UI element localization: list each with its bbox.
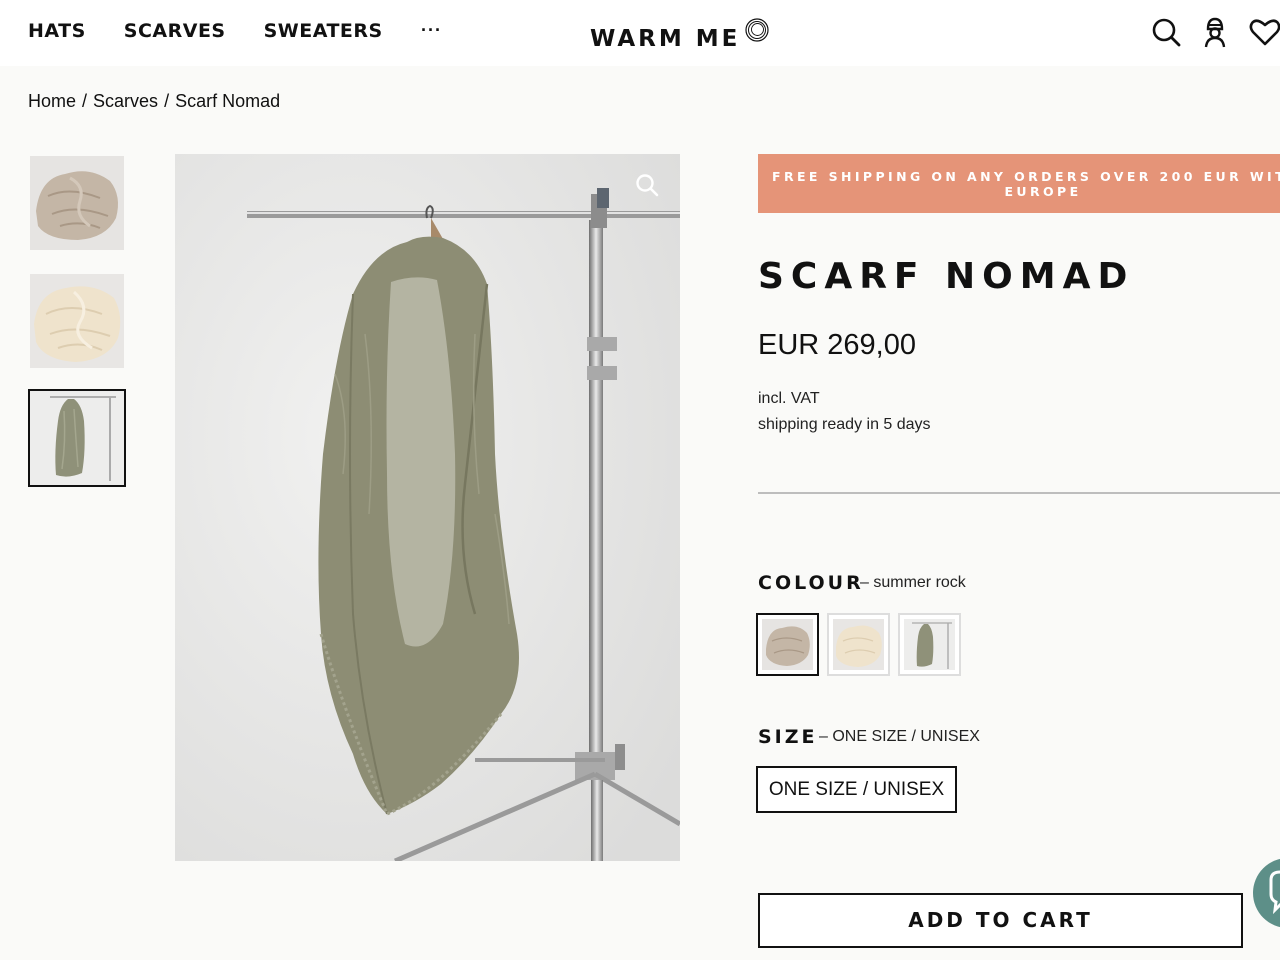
colour-swatch-cream[interactable] [827,613,890,676]
zoom-icon[interactable] [634,172,660,198]
breadcrumb-separator: / [164,91,170,111]
vat-note: incl. VAT [758,390,820,407]
wishlist-heart-icon[interactable] [1249,16,1280,48]
add-to-cart-button[interactable]: ADD TO CART [758,893,1243,948]
size-label: SIZE [758,726,818,748]
nav-more-button[interactable]: ··· [421,20,442,41]
free-shipping-banner: FREE SHIPPING ON ANY ORDERS OVER 200 EUR… [758,154,1280,213]
breadcrumb-separator: / [82,91,88,111]
banner-line-1: FREE SHIPPING ON ANY ORDERS OVER 200 EUR… [772,169,1280,184]
colour-label: COLOUR [758,572,864,594]
thumbnail-green-scarf[interactable] [28,389,126,487]
shipping-time-note: shipping ready in 5 days [758,416,931,433]
colour-selected-value: – summer rock [860,574,966,591]
breadcrumb-scarves[interactable]: Scarves [93,91,158,111]
site-logo[interactable]: WARM ME [590,26,740,52]
size-option-one-size[interactable]: ONE SIZE / UNISEX [756,766,957,813]
divider [758,492,1280,494]
main-nav: HATS SCARVES SWEATERS [28,20,421,42]
thumbnail-beige-scarf[interactable] [30,156,124,250]
chat-bubble-icon [1269,870,1280,915]
chat-button[interactable] [1253,858,1280,928]
thumbnail-cream-scarf[interactable] [30,274,124,368]
product-main-image[interactable] [175,154,680,861]
nav-sweaters[interactable]: SWEATERS [264,20,383,42]
search-icon[interactable] [1150,16,1182,48]
breadcrumb-home[interactable]: Home [28,91,76,111]
colour-swatch-green[interactable] [898,613,961,676]
product-title: SCARF NOMAD [758,256,1135,297]
account-icon[interactable] [1199,16,1231,48]
nav-hats[interactable]: HATS [28,20,86,42]
logo-swirl-icon [745,18,769,42]
colour-swatch-beige[interactable] [756,613,819,676]
site-header: HATS SCARVES SWEATERS ··· WARM ME [0,0,1280,66]
nav-scarves[interactable]: SCARVES [124,20,226,42]
banner-line-2: EUROPE [1004,184,1082,199]
size-selected-value: – ONE SIZE / UNISEX [819,728,980,745]
breadcrumb: Home / Scarves / Scarf Nomad [28,91,280,112]
breadcrumb-current: Scarf Nomad [175,91,281,111]
product-price: EUR 269,00 [758,329,916,361]
